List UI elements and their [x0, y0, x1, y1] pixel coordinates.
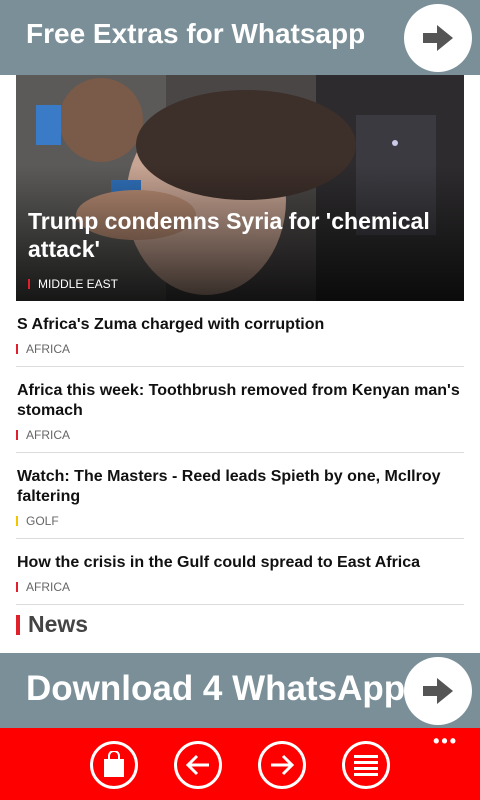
tag-accent-bar	[16, 344, 18, 354]
bottom-banner-arrow-button[interactable]	[404, 657, 472, 725]
list-item[interactable]: Watch: The Masters - Reed leads Spieth b…	[16, 453, 464, 539]
hero-headline: Trump condemns Syria for 'chemical attac…	[28, 208, 430, 262]
back-button[interactable]	[174, 741, 222, 789]
section-accent-bar	[16, 614, 20, 635]
arrow-right-icon	[423, 678, 453, 704]
article-category-tag: AFRICA	[16, 428, 464, 442]
hero-category-tag: MIDDLE EAST	[28, 277, 118, 291]
list-item[interactable]: S Africa's Zuma charged with corruption …	[16, 301, 464, 367]
more-options-button[interactable]: •••	[433, 732, 458, 750]
article-list: S Africa's Zuma charged with corruption …	[16, 301, 464, 605]
tag-accent-bar	[16, 516, 18, 526]
article-category-tag: AFRICA	[16, 342, 464, 356]
arrow-right-icon	[423, 25, 453, 51]
article-category-label: AFRICA	[26, 580, 71, 594]
hero-article[interactable]: Trump condemns Syria for 'chemical attac…	[16, 75, 464, 301]
tag-accent-bar	[16, 430, 18, 440]
back-arrow-icon	[185, 754, 209, 776]
hero-category-label: MIDDLE EAST	[38, 277, 119, 291]
top-banner-title: Free Extras for Whatsapp	[26, 18, 366, 49]
hero-gradient-overlay	[16, 75, 464, 301]
tag-accent-bar	[16, 582, 18, 592]
bottom-ad-banner[interactable]: Download 4 WhatsApp	[0, 653, 480, 728]
bottom-banner-title: Download 4 WhatsApp	[26, 669, 406, 708]
top-ad-banner[interactable]: Free Extras for Whatsapp	[0, 0, 480, 75]
list-item[interactable]: Africa this week: Toothbrush removed fro…	[16, 367, 464, 453]
top-banner-arrow-button[interactable]	[404, 4, 472, 72]
forward-arrow-icon	[271, 754, 295, 776]
article-headline: Watch: The Masters - Reed leads Spieth b…	[17, 468, 441, 505]
article-category-label: AFRICA	[26, 428, 71, 442]
article-category-tag: GOLF	[16, 514, 464, 528]
section-header[interactable]: News	[16, 611, 88, 638]
app-bar: •••	[0, 728, 480, 800]
article-headline: S Africa's Zuma charged with corruption	[17, 316, 325, 333]
shopping-bag-icon	[104, 751, 124, 777]
forward-button[interactable]	[258, 741, 306, 789]
article-category-label: AFRICA	[26, 342, 71, 356]
article-category-label: GOLF	[26, 514, 59, 528]
store-button[interactable]	[90, 741, 138, 789]
tag-accent-bar	[28, 279, 30, 289]
article-headline: Africa this week: Toothbrush removed fro…	[17, 382, 460, 419]
list-button[interactable]	[342, 741, 390, 789]
article-category-tag: AFRICA	[16, 580, 464, 594]
list-item[interactable]: How the crisis in the Gulf could spread …	[16, 539, 464, 605]
article-headline: How the crisis in the Gulf could spread …	[17, 554, 421, 571]
section-title: News	[28, 611, 89, 637]
list-icon	[354, 755, 378, 776]
